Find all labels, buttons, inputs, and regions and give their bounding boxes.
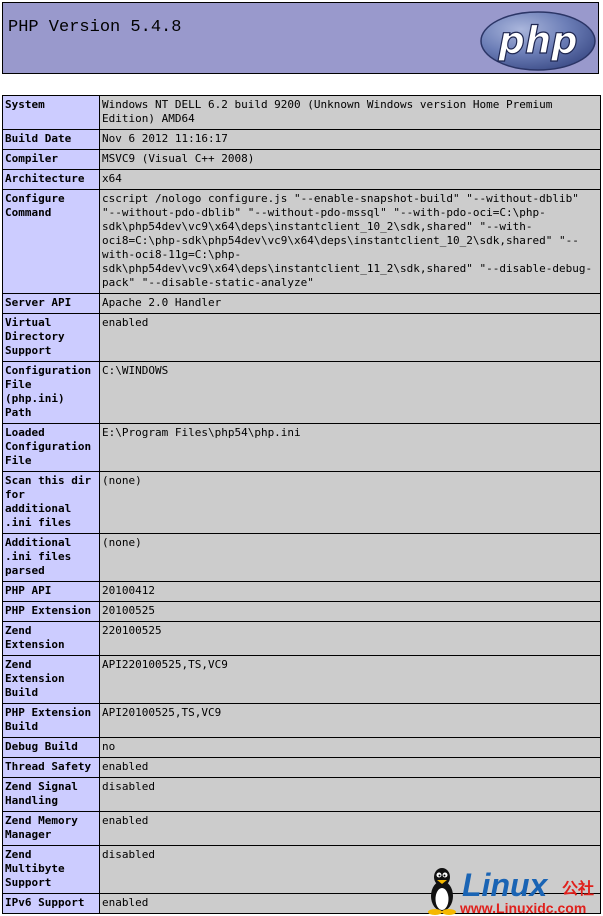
info-row: Build Date Nov 6 2012 11:16:17 (2, 129, 601, 150)
php-info-table: System Windows NT DELL 6.2 build 9200 (Un… (2, 95, 601, 914)
info-label: Architecture (2, 169, 100, 190)
info-row: Thread Safety enabled (2, 757, 601, 778)
info-row: Zend Memory Manager enabled (2, 811, 601, 846)
info-label: Virtual Directory Support (2, 313, 100, 362)
info-value: disabled (99, 777, 601, 812)
info-value: (none) (99, 533, 601, 582)
php-version-header: PHP Version 5.4.8 php (2, 2, 599, 74)
info-value: enabled (99, 811, 601, 846)
info-row: Zend Extension Build API220100525,TS,VC9 (2, 655, 601, 704)
linux-watermark: Linux 公社 www.Linuxidc.com (428, 867, 594, 916)
info-label: Configure Command (2, 189, 100, 294)
watermark-url: www.Linuxidc.com (459, 900, 586, 916)
info-label: System (2, 95, 100, 130)
info-row: System Windows NT DELL 6.2 build 9200 (Un… (2, 95, 601, 130)
info-label: Zend Extension Build (2, 655, 100, 704)
info-row: Server API Apache 2.0 Handler (2, 293, 601, 314)
info-value: cscript /nologo configure.js "--enable-s… (99, 189, 601, 294)
info-value: MSVC9 (Visual C++ 2008) (99, 149, 601, 170)
info-value: 20100525 (99, 601, 601, 622)
page-title: PHP Version 5.4.8 (8, 18, 182, 37)
info-row: PHP Extension Build API20100525,TS,VC9 (2, 703, 601, 738)
info-row: Debug Build no (2, 737, 601, 758)
info-label: Loaded Configuration File (2, 423, 100, 472)
info-label: Debug Build (2, 737, 100, 758)
info-label: PHP Extension Build (2, 703, 100, 738)
info-label: Zend Signal Handling (2, 777, 100, 812)
info-label: Additional .ini files parsed (2, 533, 100, 582)
watermark-suffix: 公社 (562, 879, 594, 898)
info-label: PHP API (2, 581, 100, 602)
info-label: Build Date (2, 129, 100, 150)
info-value: no (99, 737, 601, 758)
info-value: Windows NT DELL 6.2 build 9200 (Unknown … (99, 95, 601, 130)
info-label: Zend Multibyte Support (2, 845, 100, 894)
info-value: x64 (99, 169, 601, 190)
info-row: Architecture x64 (2, 169, 601, 190)
svg-text:php: php (497, 19, 577, 62)
info-row: Additional .ini files parsed (none) (2, 533, 601, 582)
tux-penguin-icon (428, 868, 456, 915)
info-row: Compiler MSVC9 (Visual C++ 2008) (2, 149, 601, 170)
info-value: Nov 6 2012 11:16:17 (99, 129, 601, 150)
info-value: enabled (99, 757, 601, 778)
info-row: Virtual Directory Support enabled (2, 313, 601, 362)
info-value: C:\WINDOWS (99, 361, 601, 424)
info-row: PHP Extension 20100525 (2, 601, 601, 622)
info-label: Configuration File (php.ini) Path (2, 361, 100, 424)
info-row: Zend Signal Handling disabled (2, 777, 601, 812)
info-row: Configuration File (php.ini) Path C:\WIND… (2, 361, 601, 424)
info-label: Compiler (2, 149, 100, 170)
info-label: Zend Memory Manager (2, 811, 100, 846)
info-value: (none) (99, 471, 601, 534)
info-value: Apache 2.0 Handler (99, 293, 601, 314)
info-row: Configure Command cscript /nologo configu… (2, 189, 601, 294)
info-value: 220100525 (99, 621, 601, 656)
info-value: API220100525,TS,VC9 (99, 655, 601, 704)
info-value: E:\Program Files\php54\php.ini (99, 423, 601, 472)
info-label: IPv6 Support (2, 893, 100, 914)
info-value: API20100525,TS,VC9 (99, 703, 601, 738)
info-row: Scan this dir for additional .ini files(… (2, 471, 601, 534)
info-label: Thread Safety (2, 757, 100, 778)
info-label: Zend Extension (2, 621, 100, 656)
info-row: Loaded Configuration File E:\Program File… (2, 423, 601, 472)
info-row: PHP API 20100412 (2, 581, 601, 602)
info-label: PHP Extension (2, 601, 100, 622)
info-label: Scan this dir for additional .ini files (2, 471, 100, 534)
info-row: Zend Extension 220100525 (2, 621, 601, 656)
info-value: enabled (99, 313, 601, 362)
info-label: Server API (2, 293, 100, 314)
info-value: 20100412 (99, 581, 601, 602)
watermark-brand: Linux (462, 867, 549, 903)
php-logo: php (480, 11, 596, 71)
